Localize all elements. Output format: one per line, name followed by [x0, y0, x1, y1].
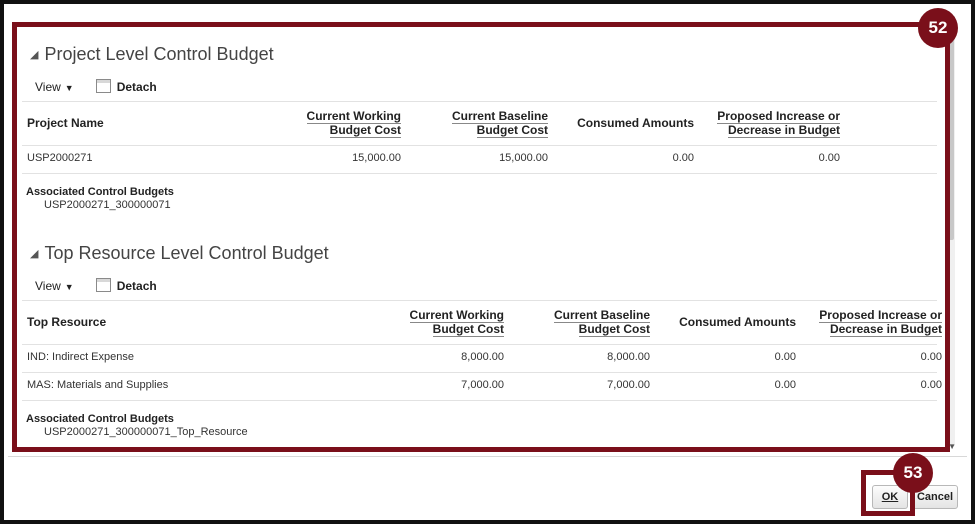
step-badge-52: 52: [918, 8, 958, 48]
annotation-highlight-box: [12, 22, 950, 452]
footer-divider: [8, 456, 967, 457]
step-badge-53: 53: [893, 453, 933, 493]
cancel-button-label: Cancel: [916, 491, 954, 503]
dialog-frame: ◢ Project Level Control Budget View ▼ Deta…: [0, 0, 975, 524]
